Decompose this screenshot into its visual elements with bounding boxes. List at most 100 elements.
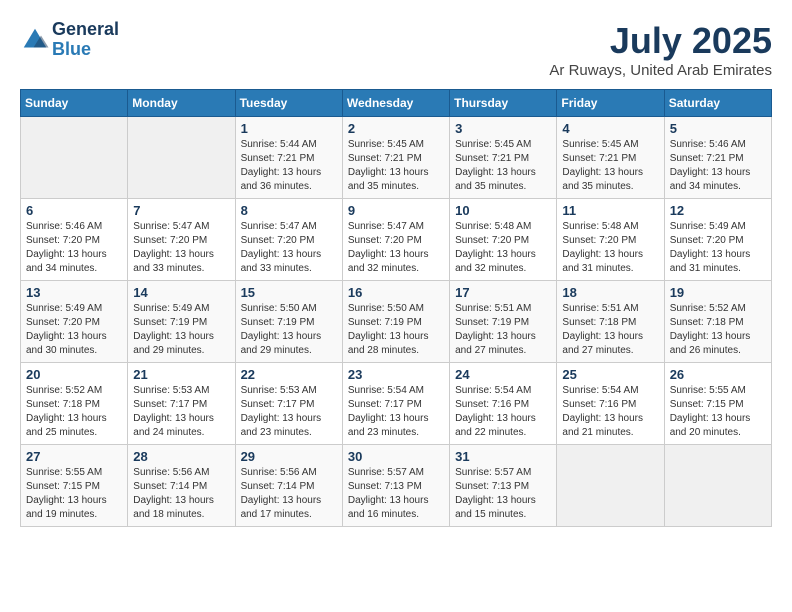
calendar-cell: 11 Sunrise: 5:48 AM Sunset: 7:20 PM Dayli…: [557, 199, 664, 281]
calendar-week-row: 13Sunrise: 5:49 AM Sunset: 7:20 PM Dayli…: [21, 281, 772, 363]
calendar-cell: 24Sunrise: 5:54 AM Sunset: 7:16 PM Dayli…: [450, 363, 557, 445]
calendar-cell: 20 Sunrise: 5:52 AM Sunset: 7:18 PM Dayli…: [21, 363, 128, 445]
day-number: 4: [562, 121, 658, 136]
day-number: 1: [241, 121, 337, 136]
calendar-cell: 10 Sunrise: 5:48 AM Sunset: 7:20 PM Dayli…: [450, 199, 557, 281]
day-number: 19: [670, 285, 766, 300]
calendar-cell: 19 Sunrise: 5:52 AM Sunset: 7:18 PM Dayli…: [664, 281, 771, 363]
calendar-cell: 5 Sunrise: 5:46 AM Sunset: 7:21 PM Daylig…: [664, 117, 771, 199]
calendar-cell: 23 Sunrise: 5:54 AM Sunset: 7:17 PM Dayli…: [342, 363, 449, 445]
day-number: 31: [455, 449, 551, 464]
calendar-cell: 28Sunrise: 5:56 AM Sunset: 7:14 PM Dayli…: [128, 445, 235, 527]
calendar-cell: 17Sunrise: 5:51 AM Sunset: 7:19 PM Dayli…: [450, 281, 557, 363]
day-info: Sunrise: 5:54 AM Sunset: 7:17 PM Dayligh…: [348, 384, 444, 440]
day-info: Sunrise: 5:52 AM Sunset: 7:18 PM Dayligh…: [26, 384, 122, 440]
calendar-table: SundayMondayTuesdayWednesdayThursdayFrid…: [20, 89, 772, 527]
day-info: Sunrise: 5:48 AM Sunset: 7:20 PM Dayligh…: [455, 220, 551, 276]
day-info: Sunrise: 5:47 AM Sunset: 7:20 PM Dayligh…: [348, 220, 444, 276]
day-number: 5: [670, 121, 766, 136]
day-number: 30: [348, 449, 444, 464]
weekday-header: Friday: [557, 90, 664, 117]
calendar-cell: 21Sunrise: 5:53 AM Sunset: 7:17 PM Dayli…: [128, 363, 235, 445]
day-number: 18: [562, 285, 658, 300]
calendar-cell: [664, 445, 771, 527]
day-info: Sunrise: 5:56 AM Sunset: 7:14 PM Dayligh…: [241, 466, 337, 522]
day-number: 15: [241, 285, 337, 300]
day-info: Sunrise: 5:51 AM Sunset: 7:18 PM Dayligh…: [562, 302, 658, 358]
calendar-cell: 29 Sunrise: 5:56 AM Sunset: 7:14 PM Dayli…: [235, 445, 342, 527]
day-info: Sunrise: 5:49 AM Sunset: 7:19 PM Dayligh…: [133, 302, 229, 358]
calendar-cell: 6 Sunrise: 5:46 AM Sunset: 7:20 PM Daylig…: [21, 199, 128, 281]
calendar-cell: 8 Sunrise: 5:47 AM Sunset: 7:20 PM Daylig…: [235, 199, 342, 281]
page-header: General Blue July 2025 Ar Ruways, United…: [20, 20, 772, 79]
calendar-cell: 15 Sunrise: 5:50 AM Sunset: 7:19 PM Dayli…: [235, 281, 342, 363]
calendar-cell: 12 Sunrise: 5:49 AM Sunset: 7:20 PM Dayli…: [664, 199, 771, 281]
day-info: Sunrise: 5:50 AM Sunset: 7:19 PM Dayligh…: [241, 302, 337, 358]
day-number: 8: [241, 203, 337, 218]
day-number: 11: [562, 203, 658, 218]
calendar-cell: 4 Sunrise: 5:45 AM Sunset: 7:21 PM Daylig…: [557, 117, 664, 199]
calendar-cell: 27Sunrise: 5:55 AM Sunset: 7:15 PM Dayli…: [21, 445, 128, 527]
calendar-cell: 7Sunrise: 5:47 AM Sunset: 7:20 PM Daylig…: [128, 199, 235, 281]
day-number: 26: [670, 367, 766, 382]
calendar-week-row: 20 Sunrise: 5:52 AM Sunset: 7:18 PM Dayli…: [21, 363, 772, 445]
day-info: Sunrise: 5:49 AM Sunset: 7:20 PM Dayligh…: [670, 220, 766, 276]
calendar-cell: 31Sunrise: 5:57 AM Sunset: 7:13 PM Dayli…: [450, 445, 557, 527]
day-number: 13: [26, 285, 122, 300]
day-number: 12: [670, 203, 766, 218]
calendar-cell: 14 Sunrise: 5:49 AM Sunset: 7:19 PM Dayli…: [128, 281, 235, 363]
day-info: Sunrise: 5:54 AM Sunset: 7:16 PM Dayligh…: [562, 384, 658, 440]
calendar-cell: [21, 117, 128, 199]
day-number: 2: [348, 121, 444, 136]
calendar-cell: 3Sunrise: 5:45 AM Sunset: 7:21 PM Daylig…: [450, 117, 557, 199]
weekday-header: Monday: [128, 90, 235, 117]
day-info: Sunrise: 5:45 AM Sunset: 7:21 PM Dayligh…: [562, 138, 658, 194]
title-block: July 2025 Ar Ruways, United Arab Emirate…: [549, 20, 772, 79]
day-info: Sunrise: 5:50 AM Sunset: 7:19 PM Dayligh…: [348, 302, 444, 358]
day-number: 10: [455, 203, 551, 218]
day-number: 28: [133, 449, 229, 464]
day-number: 20: [26, 367, 122, 382]
weekday-header: Thursday: [450, 90, 557, 117]
calendar-cell: 2 Sunrise: 5:45 AM Sunset: 7:21 PM Daylig…: [342, 117, 449, 199]
logo-text: General Blue: [52, 20, 119, 60]
calendar-week-row: 6 Sunrise: 5:46 AM Sunset: 7:20 PM Daylig…: [21, 199, 772, 281]
day-info: Sunrise: 5:44 AM Sunset: 7:21 PM Dayligh…: [241, 138, 337, 194]
day-number: 21: [133, 367, 229, 382]
day-info: Sunrise: 5:51 AM Sunset: 7:19 PM Dayligh…: [455, 302, 551, 358]
calendar-cell: 26Sunrise: 5:55 AM Sunset: 7:15 PM Dayli…: [664, 363, 771, 445]
day-info: Sunrise: 5:46 AM Sunset: 7:20 PM Dayligh…: [26, 220, 122, 276]
day-info: Sunrise: 5:57 AM Sunset: 7:13 PM Dayligh…: [348, 466, 444, 522]
calendar-cell: 1 Sunrise: 5:44 AM Sunset: 7:21 PM Daylig…: [235, 117, 342, 199]
calendar-cell: 16 Sunrise: 5:50 AM Sunset: 7:19 PM Dayli…: [342, 281, 449, 363]
weekday-header: Saturday: [664, 90, 771, 117]
logo-line2: Blue: [52, 40, 119, 60]
calendar-subtitle: Ar Ruways, United Arab Emirates: [549, 62, 772, 79]
logo: General Blue: [20, 20, 119, 60]
weekday-header-row: SundayMondayTuesdayWednesdayThursdayFrid…: [21, 90, 772, 117]
calendar-title: July 2025: [549, 20, 772, 62]
day-info: Sunrise: 5:52 AM Sunset: 7:18 PM Dayligh…: [670, 302, 766, 358]
day-number: 23: [348, 367, 444, 382]
day-info: Sunrise: 5:46 AM Sunset: 7:21 PM Dayligh…: [670, 138, 766, 194]
calendar-cell: 30 Sunrise: 5:57 AM Sunset: 7:13 PM Dayli…: [342, 445, 449, 527]
calendar-cell: 13Sunrise: 5:49 AM Sunset: 7:20 PM Dayli…: [21, 281, 128, 363]
day-number: 22: [241, 367, 337, 382]
day-number: 6: [26, 203, 122, 218]
day-number: 25: [562, 367, 658, 382]
calendar-cell: 22Sunrise: 5:53 AM Sunset: 7:17 PM Dayli…: [235, 363, 342, 445]
day-info: Sunrise: 5:54 AM Sunset: 7:16 PM Dayligh…: [455, 384, 551, 440]
day-number: 9: [348, 203, 444, 218]
day-number: 16: [348, 285, 444, 300]
day-info: Sunrise: 5:47 AM Sunset: 7:20 PM Dayligh…: [241, 220, 337, 276]
weekday-header: Tuesday: [235, 90, 342, 117]
day-info: Sunrise: 5:48 AM Sunset: 7:20 PM Dayligh…: [562, 220, 658, 276]
day-info: Sunrise: 5:45 AM Sunset: 7:21 PM Dayligh…: [348, 138, 444, 194]
weekday-header: Sunday: [21, 90, 128, 117]
day-number: 14: [133, 285, 229, 300]
day-number: 3: [455, 121, 551, 136]
day-number: 7: [133, 203, 229, 218]
day-number: 27: [26, 449, 122, 464]
day-number: 29: [241, 449, 337, 464]
calendar-cell: 9 Sunrise: 5:47 AM Sunset: 7:20 PM Daylig…: [342, 199, 449, 281]
